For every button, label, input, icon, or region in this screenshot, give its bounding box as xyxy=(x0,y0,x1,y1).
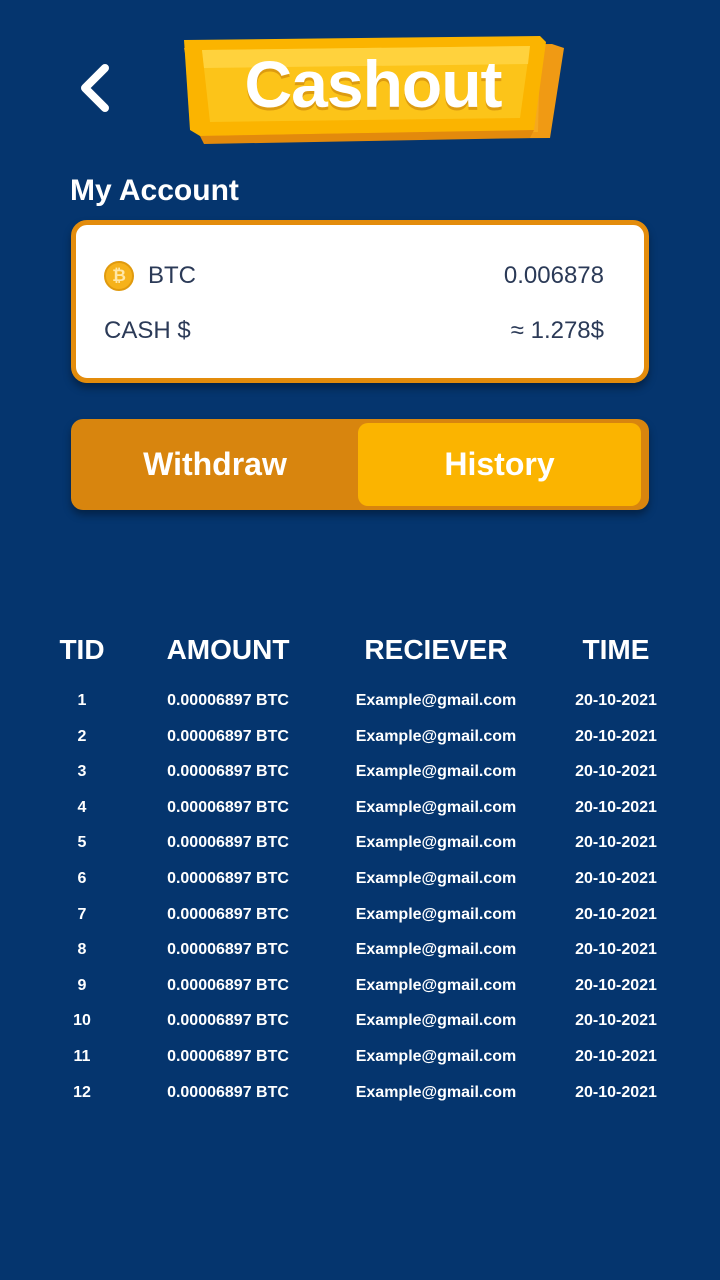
cell-amount: 0.00006897 BTC xyxy=(167,727,289,745)
cell-tid: 8 xyxy=(77,941,87,959)
cell-time: 20-10-2021 xyxy=(575,869,657,887)
cashout-tabs: Withdraw History xyxy=(71,419,649,510)
cell-time: 20-10-2021 xyxy=(575,692,657,709)
cell-amount: 0.00006897 BTC xyxy=(167,1083,289,1101)
cell-time: 20-10-2021 xyxy=(575,1012,657,1030)
btc-balance-row: ₿ BTC 0.006878 xyxy=(104,256,604,296)
cell-amount: 0.00006897 BTC xyxy=(167,763,289,781)
cell-time: 20-10-2021 xyxy=(575,905,657,923)
account-card: ₿ BTC 0.006878 CASH $ ≈ 1.278$ xyxy=(71,220,649,383)
cell-amount: 0.00006897 BTC xyxy=(167,692,289,709)
table-row: 5 0.00006897 BTC Example@gmail.com 20-10-20… xyxy=(0,820,720,856)
cell-reciever: Example@gmail.com xyxy=(355,1012,517,1030)
cash-balance-row: CASH $ ≈ 1.278$ xyxy=(104,311,604,351)
cell-time: 20-10-2021 xyxy=(575,727,657,745)
cell-amount: 0.00006897 BTC xyxy=(167,941,289,959)
table-row: 9 0.00006897 BTC Example@gmail.com 20-10-20… xyxy=(0,963,720,999)
cell-tid: 5 xyxy=(77,834,87,852)
cell-time: 20-10-2021 xyxy=(575,834,657,852)
cell-tid: 3 xyxy=(77,763,87,781)
cell-reciever: Example@gmail.com xyxy=(355,727,517,745)
cell-amount: 0.00006897 BTC xyxy=(167,905,289,923)
cell-tid: 4 xyxy=(77,798,87,816)
table-row: 12 0.00006897 BTC Example@gmail.com 20-10-2… xyxy=(0,1070,720,1106)
cell-amount: 0.00006897 BTC xyxy=(167,869,289,887)
cell-tid: 11 xyxy=(73,1047,91,1065)
cell-time: 20-10-2021 xyxy=(575,1047,657,1065)
table-row: 3 0.00006897 BTC Example@gmail.com 20-10-20… xyxy=(0,749,720,785)
history-table: TID AMOUNT RECIEVER TIME 1 0.00006897 BTC… xyxy=(0,630,720,1105)
cell-tid: 12 xyxy=(73,1083,91,1101)
cashout-screen: Cashout My Account ₿ BTC 0.006878 CASH $… xyxy=(0,0,720,1280)
cell-time: 20-10-2021 xyxy=(575,976,657,994)
cell-reciever: Example@gmail.com xyxy=(355,798,517,816)
column-header-tid: TID xyxy=(59,634,105,665)
table-row: 6 0.00006897 BTC Example@gmail.com 20-10-20… xyxy=(0,856,720,892)
cell-time: 20-10-2021 xyxy=(575,1083,657,1101)
table-header: TID AMOUNT RECIEVER TIME xyxy=(0,630,720,678)
cell-tid: 2 xyxy=(77,727,87,745)
cell-time: 20-10-2021 xyxy=(575,941,657,959)
table-row: 10 0.00006897 BTC Example@gmail.com 20-10-2… xyxy=(0,998,720,1034)
cell-reciever: Example@gmail.com xyxy=(355,1083,517,1101)
table-body: 1 0.00006897 BTC Example@gmail.com 20-10-20… xyxy=(0,678,720,1105)
cell-reciever: Example@gmail.com xyxy=(355,692,517,709)
cell-reciever: Example@gmail.com xyxy=(355,1047,517,1065)
cell-tid: 7 xyxy=(77,905,87,923)
cell-amount: 0.00006897 BTC xyxy=(167,798,289,816)
cell-tid: 9 xyxy=(77,976,87,994)
tab-history[interactable]: History xyxy=(358,423,641,506)
my-account-heading: My Account xyxy=(70,174,239,207)
title-banner: Cashout xyxy=(180,34,566,144)
cell-amount: 0.00006897 BTC xyxy=(167,834,289,852)
cell-reciever: Example@gmail.com xyxy=(355,976,517,994)
cell-reciever: Example@gmail.com xyxy=(355,905,517,923)
cell-amount: 0.00006897 BTC xyxy=(167,1047,289,1065)
cell-amount: 0.00006897 BTC xyxy=(167,976,289,994)
column-header-time: TIME xyxy=(582,634,650,665)
cell-time: 20-10-2021 xyxy=(575,798,657,816)
cell-reciever: Example@gmail.com xyxy=(355,941,517,959)
cell-amount: 0.00006897 BTC xyxy=(167,1012,289,1030)
page-title: Cashout xyxy=(244,47,503,121)
table-row: 1 0.00006897 BTC Example@gmail.com 20-10-20… xyxy=(0,678,720,714)
btc-label: BTC xyxy=(148,262,196,289)
cell-tid: 6 xyxy=(77,869,87,887)
table-row: 11 0.00006897 BTC Example@gmail.com 20-10-2… xyxy=(0,1034,720,1070)
cell-reciever: Example@gmail.com xyxy=(355,869,517,887)
back-button[interactable] xyxy=(66,60,122,120)
chevron-left-icon xyxy=(77,63,111,118)
table-row: 4 0.00006897 BTC Example@gmail.com 20-10-20… xyxy=(0,785,720,821)
table-row: 2 0.00006897 BTC Example@gmail.com 20-10-20… xyxy=(0,714,720,750)
cell-tid: 1 xyxy=(77,692,87,709)
cell-tid: 10 xyxy=(73,1012,91,1030)
cash-label: CASH $ xyxy=(104,317,191,344)
cash-value: ≈ 1.278$ xyxy=(510,317,604,344)
btc-value: 0.006878 xyxy=(503,262,604,289)
table-row: 8 0.00006897 BTC Example@gmail.com 20-10-20… xyxy=(0,927,720,963)
column-header-amount: AMOUNT xyxy=(166,634,290,665)
bitcoin-coin-icon: ₿ xyxy=(104,261,134,291)
cell-reciever: Example@gmail.com xyxy=(355,834,517,852)
cell-time: 20-10-2021 xyxy=(575,763,657,781)
column-header-reciever: RECIEVER xyxy=(364,634,508,665)
table-row: 7 0.00006897 BTC Example@gmail.com 20-10-20… xyxy=(0,892,720,928)
cell-reciever: Example@gmail.com xyxy=(355,763,517,781)
tab-withdraw[interactable]: Withdraw xyxy=(75,423,355,506)
